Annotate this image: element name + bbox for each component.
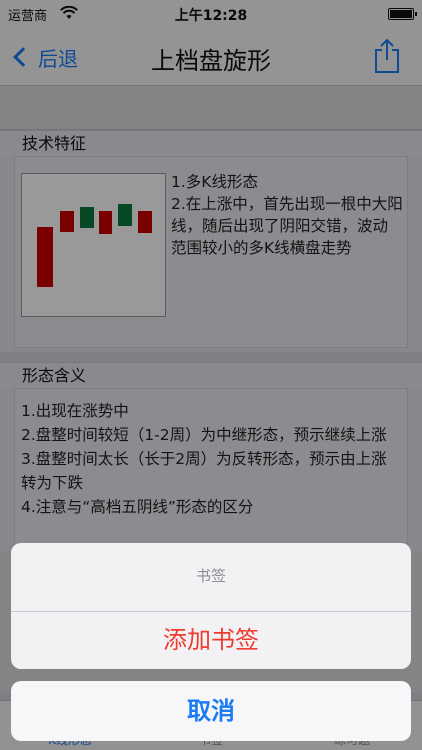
action-sheet: 书签 添加书签 (11, 543, 411, 669)
add-bookmark-button[interactable]: 添加书签 (11, 612, 411, 669)
action-sheet-title: 书签 (11, 543, 411, 612)
cancel-button[interactable]: 取消 (11, 681, 411, 741)
